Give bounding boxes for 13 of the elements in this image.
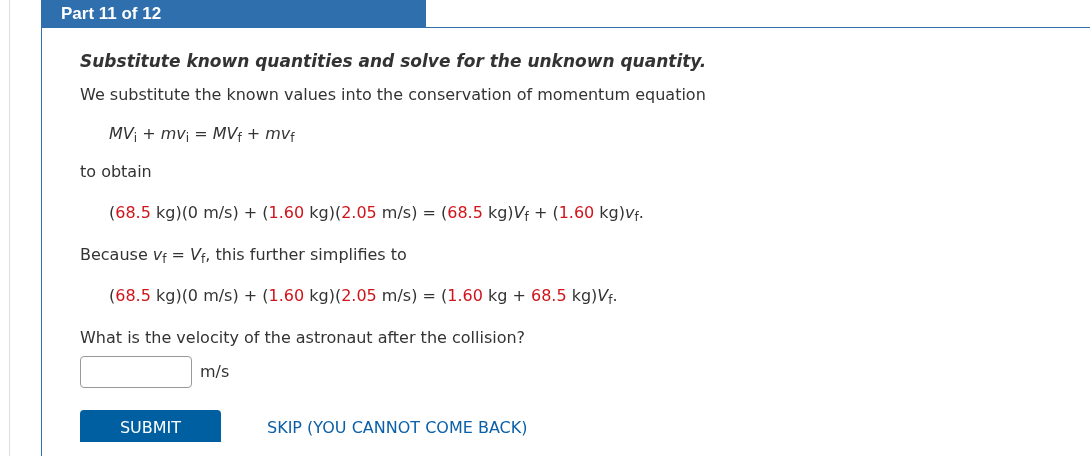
intro-text: We substitute the known values into the conservation of momentum equation xyxy=(80,83,707,106)
submit-button[interactable]: SUBMIT xyxy=(80,409,221,442)
simplify-note: Because v$_{f}$ = V$_{f}$, this further simplifies to xyxy=(80,243,408,267)
answer-field[interactable] xyxy=(80,355,192,388)
unit-label: m/s xyxy=(200,360,230,383)
question-text: What is the velocity of the astronaut after the collision? xyxy=(80,326,527,349)
momentum-equation: MV$_{i}$ + mv$_{i}$ = MV$_{f}$ + mv$_{f}$ xyxy=(108,122,296,146)
skip-link[interactable]: SKIP (YOU CANNOT COME BACK) xyxy=(267,409,528,442)
substituted-equation: (68.5 kg)(0 m/s) + (1.60 kg)(2.05 m/s) = (68.5 kg)V$_{f}$ + (1.60 kg)v$_{f}$. xyxy=(108,201,645,225)
step-title: Substitute known quantities and solve for the unknown quantity. xyxy=(80,50,708,73)
simplified-equation: (68.5 kg)(0 m/s) + (1.60 kg)(2.05 m/s) = (1.60 kg + 68.5 kg)V$_{f}$. xyxy=(108,284,619,308)
part-header: Part 11 of 12 xyxy=(41,0,426,28)
connector-text: to obtain xyxy=(80,160,153,183)
